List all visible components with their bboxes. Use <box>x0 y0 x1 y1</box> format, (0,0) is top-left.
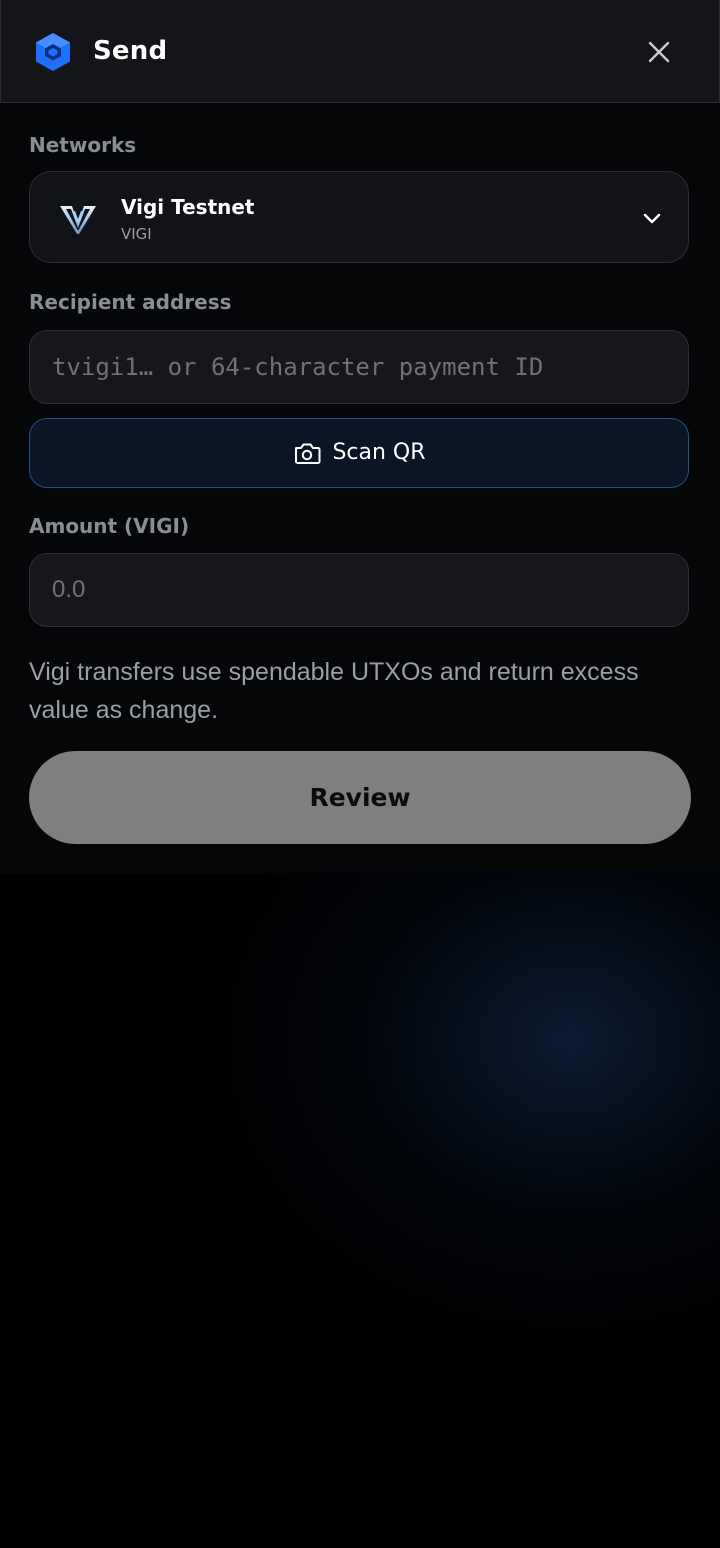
network-name: Vigi Testnet <box>121 195 255 219</box>
scan-qr-content: Scan QR <box>30 419 688 487</box>
network-selector[interactable]: Vigi Testnet VIGI <box>29 171 689 263</box>
networks-label: Networks <box>29 133 137 157</box>
wallet-logo-icon <box>36 33 70 71</box>
scan-qr-label: Scan QR <box>332 440 426 465</box>
network-symbol: VIGI <box>121 225 152 243</box>
review-button[interactable]: Review <box>29 751 691 844</box>
scan-qr-button[interactable]: Scan QR <box>29 418 689 488</box>
vigi-logo-icon <box>60 206 96 234</box>
review-button-label: Review <box>309 783 411 812</box>
camera-icon <box>295 443 321 464</box>
send-screen: Send Networks Vigi Testnet VIGI Recipien… <box>0 0 720 1548</box>
header-bar: Send <box>0 0 720 103</box>
chevron-down-icon <box>643 213 661 224</box>
amount-input[interactable] <box>29 553 689 627</box>
close-icon[interactable] <box>641 34 677 70</box>
recipient-address-input[interactable] <box>29 330 689 404</box>
amount-label: Amount (VIGI) <box>29 514 190 538</box>
recipient-address-label: Recipient address <box>29 290 232 314</box>
utxo-helper-text: Vigi transfers use spendable UTXOs and r… <box>29 658 639 724</box>
page-title: Send <box>93 36 168 66</box>
